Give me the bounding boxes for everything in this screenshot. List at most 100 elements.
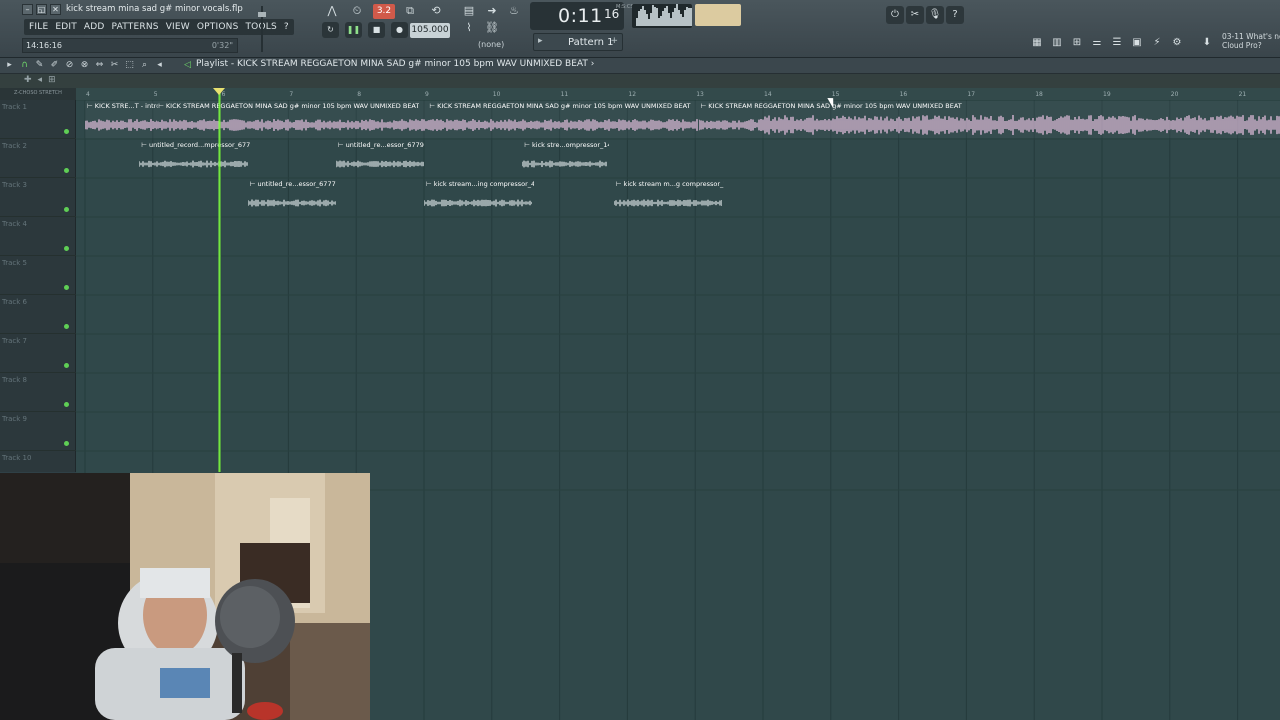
arrow-icon[interactable]: ◂ [38,75,43,85]
wait-record-icon[interactable]: ⏲ [347,3,367,19]
track-mute-dot[interactable] [64,324,69,329]
track-list: Z-CHOSO STRETCH Track 1 Track 2 Track 3 Tra… [0,88,76,490]
delete-icon[interactable]: ⊘ [64,59,75,71]
snap-tool-icon[interactable]: ⌇ [459,20,479,36]
track-header[interactable]: Track 7 [0,334,76,373]
magnet-icon[interactable]: ∩ [19,59,30,71]
track-header[interactable]: Track 9 [0,412,76,451]
track-mute-dot[interactable] [64,402,69,407]
playhead[interactable] [217,88,221,472]
audio-clip-vocal[interactable]: ⊢ kick stream m...g compressor_17 [613,179,725,216]
tempo-display[interactable]: 105.000 [410,23,450,38]
song-time-display[interactable]: 0:11 16 [530,2,624,30]
audio-clip-beat[interactable]: ⊢ KICK STREAM REGGAETON MINA SAD g# mino… [698,101,1280,138]
track-mute-dot[interactable] [64,285,69,290]
metronome-icon[interactable]: ⋀ [322,3,342,19]
master-volume-slider[interactable] [258,6,266,52]
pause-button[interactable]: ❚❚ [345,22,362,38]
track-mute-dot[interactable] [64,168,69,173]
snap-none-label[interactable]: (none) [478,40,504,49]
play-pattern-icon[interactable]: ◁ [182,59,193,71]
ruler-number: 8 [357,91,362,98]
track-mute-dot[interactable] [64,441,69,446]
track-header[interactable]: Track 3 [0,178,76,217]
blend-notes-icon[interactable]: ⧉ [400,3,420,19]
prev-pattern-icon[interactable]: ▸ [538,36,543,46]
playback-icon[interactable]: ◂ [154,59,165,71]
menu-edit[interactable]: EDIT [55,22,77,32]
audio-clip-vocal[interactable]: ⊢ untitled_re...essor_6779 [335,140,424,177]
microphone-icon[interactable]: 🎙 [926,6,944,24]
news-panel[interactable]: 03-11 What's new Cloud Pro? [1222,32,1280,50]
track-header[interactable]: Track 6 [0,295,76,334]
countdown-badge[interactable]: 3.2 [373,4,395,19]
add-pattern-icon[interactable]: + [610,36,618,46]
help-icon[interactable]: ? [946,6,964,24]
brush-icon[interactable]: ✐ [49,59,60,71]
track-header[interactable]: Track 1 [0,100,76,139]
zoom-icon[interactable]: ⌕ [139,59,150,71]
clip-title: ⊢ kick stream m...g compressor_17 [615,180,725,188]
audio-clip-vocal[interactable]: ⊢ untitled_record...mpressor_6775 [139,140,250,177]
audio-clip-beat[interactable]: ⊢ KICK STRE...T - intro [85,101,158,138]
song-mode-icon[interactable]: ↻ [322,22,339,38]
playlist-title-arrow[interactable]: › [591,59,595,69]
track-header[interactable]: Track 4 [0,217,76,256]
stop-button[interactable]: ■ [368,22,385,38]
download-icon[interactable]: ⬇ [1198,34,1216,52]
track-mute-dot[interactable] [64,246,69,251]
playhead-marker[interactable] [212,88,225,95]
audio-clip-vocal[interactable]: ⊢ kick stream...ing compressor_4 [424,179,534,216]
refresh-icon[interactable]: ⏻ [886,6,904,24]
playlist-icon[interactable]: ▦ [1028,34,1046,52]
audio-clip-vocal[interactable]: ⊢ untitled_re...essor_6777 [247,179,336,216]
piano-icon[interactable]: ▤ [459,3,479,19]
menu-file[interactable]: FILE [29,22,48,32]
record-button[interactable]: ● [391,22,408,38]
mixer-icon[interactable]: ⚌ [1088,34,1106,52]
browser-icon[interactable]: ☰ [1108,34,1126,52]
plugin-picker-icon[interactable]: ⚡ [1148,34,1166,52]
track-header[interactable]: Track 2 [0,139,76,178]
plugin-database-icon[interactable]: ▣ [1128,34,1146,52]
slider-knob[interactable] [258,12,266,17]
channel-rack-icon[interactable]: ⊞ [1068,34,1086,52]
select-icon[interactable]: ⬚ [124,59,135,71]
menu-help[interactable]: ? [284,22,289,32]
grid-icon[interactable]: ⊞ [48,75,56,85]
menu-view[interactable]: VIEW [166,22,190,32]
step-arrow-icon[interactable]: ➜ [482,3,502,19]
pencil-icon[interactable]: ✎ [34,59,45,71]
close-button[interactable]: ✕ [50,4,61,15]
clip-title: ⊢ untitled_re...essor_6777 [249,180,336,188]
audio-clip-beat[interactable]: ⊢ KICK STREAM REGGAETON MINA SAD g# mino… [427,101,699,138]
playlist-menu-icon[interactable]: ▸ [4,59,15,71]
typing-keyboard-icon[interactable]: ♨ [504,3,524,19]
ruler-number: 7 [289,91,294,98]
track-mute-dot[interactable] [64,207,69,212]
ruler-number: 19 [1103,91,1111,98]
project-browser-icon[interactable]: ⚙ [1168,34,1186,52]
track-header[interactable]: Track 8 [0,373,76,412]
restore-button[interactable]: ◱ [36,4,47,15]
mute-icon[interactable]: ⊗ [79,59,90,71]
menu-add[interactable]: ADD [84,22,105,32]
slip-icon[interactable]: ⇔ [94,59,105,71]
plus-icon[interactable]: ✚ [24,75,32,85]
menu-patterns[interactable]: PATTERNS [112,22,159,32]
minimize-button[interactable]: – [22,4,33,15]
menu-options[interactable]: OPTIONS [197,22,239,32]
pattern-selector[interactable]: ▸ Pattern 1 + [533,33,623,51]
audio-clip-vocal[interactable]: ⊢ kick stre...ompressor_14 [522,140,609,177]
tools-icon[interactable]: ✂ [906,6,924,24]
track-mute-dot[interactable] [64,129,69,134]
link-icon[interactable]: ⛓ [482,20,502,36]
loop-record-icon[interactable]: ⟲ [426,3,446,19]
waveform [427,119,699,131]
track-header[interactable]: Track 5 [0,256,76,295]
slice-icon[interactable]: ✂ [109,59,120,71]
timeline-ruler[interactable]: 4 5 6 7 8 9 10 11 12 13 14 15 16 17 18 19 20 21 [76,88,1280,100]
audio-clip-beat[interactable]: ⊢ KICK STREAM REGGAETON MINA SAD g# mino… [156,101,428,138]
piano-roll-icon[interactable]: ▥ [1048,34,1066,52]
track-mute-dot[interactable] [64,363,69,368]
